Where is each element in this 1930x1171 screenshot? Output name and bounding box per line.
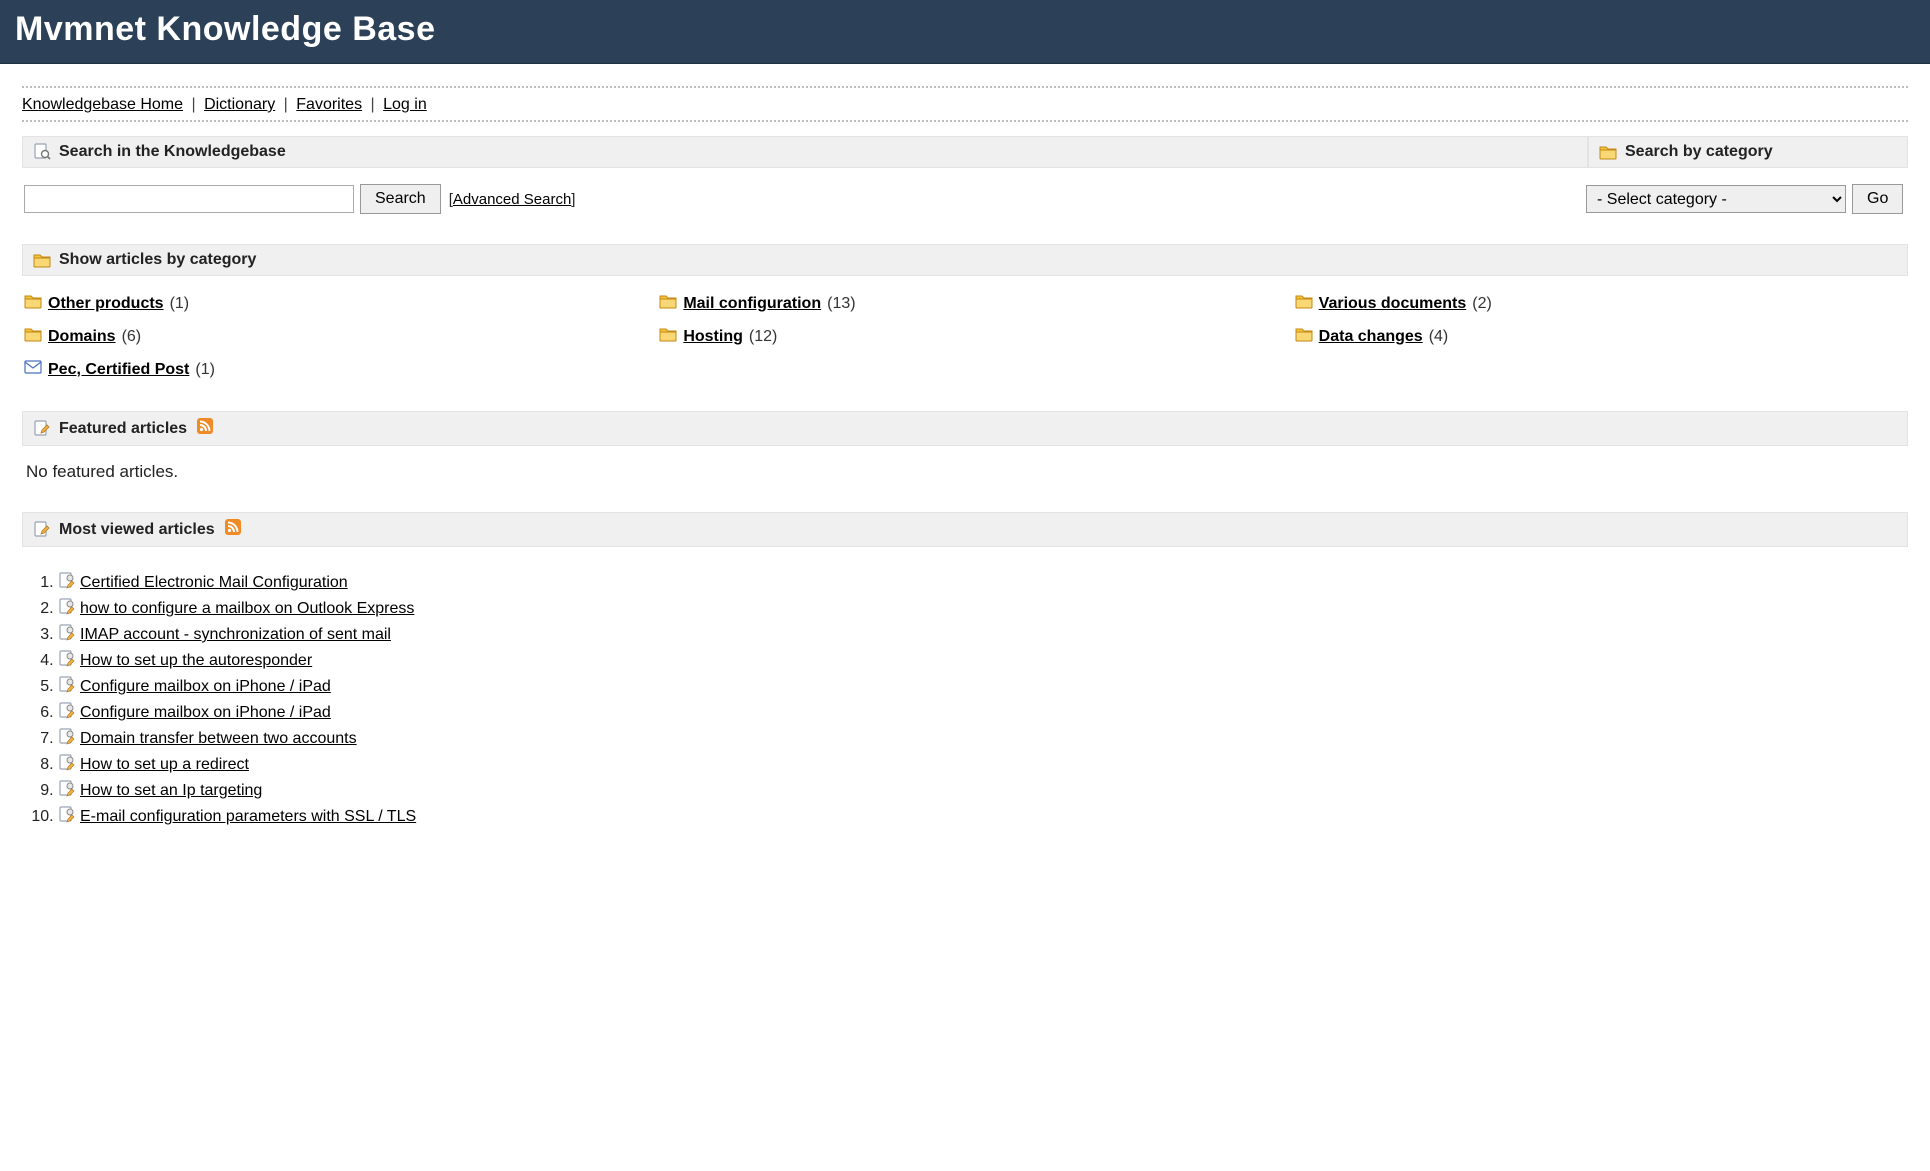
search-input[interactable] — [24, 185, 354, 213]
categories-panel-header: Show articles by category — [22, 244, 1908, 276]
categories-panel-title: Show articles by category — [59, 251, 256, 269]
pencil-doc-icon — [33, 521, 51, 539]
article-link[interactable]: how to configure a mailbox on Outlook Ex… — [80, 600, 414, 617]
article-icon — [58, 754, 76, 772]
go-button[interactable]: Go — [1852, 184, 1903, 214]
category-item: Pec, Certified Post (1) — [24, 358, 635, 381]
rss-icon — [197, 418, 213, 439]
breadcrumb: Knowledgebase Home | Dictionary | Favori… — [22, 88, 1908, 120]
list-item: How to set up a redirect — [58, 751, 1906, 777]
category-count: (12) — [749, 328, 777, 346]
article-link[interactable]: How to set up the autoresponder — [80, 652, 312, 669]
category-item: Hosting (12) — [659, 325, 1270, 348]
article-link[interactable]: Configure mailbox on iPhone / iPad — [80, 704, 331, 721]
folder-icon — [24, 292, 42, 315]
search-doc-icon — [33, 143, 51, 161]
search-category-title: Search by category — [1625, 143, 1773, 161]
list-item: IMAP account - synchronization of sent m… — [58, 621, 1906, 647]
breadcrumb-favorites-link[interactable]: Favorites — [296, 96, 362, 113]
category-link[interactable]: Pec, Certified Post — [48, 361, 189, 379]
article-icon — [58, 702, 76, 720]
mostviewed-panel-header: Most viewed articles — [22, 512, 1908, 547]
search-form: Search [Advanced Search] — [24, 184, 1586, 214]
article-link[interactable]: E-mail configuration parameters with SSL… — [80, 808, 416, 825]
category-count: (1) — [195, 361, 215, 379]
folder-icon — [1599, 143, 1617, 161]
category-link[interactable]: Mail configuration — [683, 295, 821, 313]
search-panel-header: Search in the Knowledgebase — [22, 136, 1588, 168]
category-count: (13) — [827, 295, 855, 313]
category-link[interactable]: Data changes — [1319, 328, 1423, 346]
folder-icon — [659, 292, 677, 315]
category-count: (1) — [170, 295, 190, 313]
list-item: How to set up the autoresponder — [58, 647, 1906, 673]
breadcrumb-dictionary-link[interactable]: Dictionary — [204, 96, 275, 113]
search-panel-title: Search in the Knowledgebase — [59, 143, 286, 161]
breadcrumb-login-link[interactable]: Log in — [383, 96, 427, 113]
rss-icon — [225, 519, 241, 540]
folder-icon — [1295, 325, 1313, 348]
article-icon — [58, 572, 76, 590]
category-item: Domains (6) — [24, 325, 635, 348]
category-count: (4) — [1429, 328, 1449, 346]
article-icon — [58, 598, 76, 616]
article-link[interactable]: How to set up a redirect — [80, 756, 249, 773]
featured-rss-link[interactable] — [197, 418, 213, 439]
featured-empty-text: No featured articles. — [24, 462, 1906, 482]
breadcrumb-home-link[interactable]: Knowledgebase Home — [22, 96, 183, 113]
category-item: Various documents (2) — [1295, 292, 1906, 315]
mostviewed-list: Certified Electronic Mail Configuration h… — [58, 569, 1906, 829]
category-item: Mail configuration (13) — [659, 292, 1270, 315]
list-item: how to configure a mailbox on Outlook Ex… — [58, 595, 1906, 621]
featured-panel-header: Featured articles — [22, 411, 1908, 446]
search-category-header: Search by category — [1588, 136, 1908, 168]
folder-icon — [24, 325, 42, 348]
article-link[interactable]: Configure mailbox on iPhone / iPad — [80, 678, 331, 695]
category-grid: Other products (1) Mail configuration (13) V… — [24, 292, 1906, 381]
breadcrumb-bar: Knowledgebase Home | Dictionary | Favori… — [22, 86, 1908, 122]
article-icon — [58, 650, 76, 668]
category-item: Data changes (4) — [1295, 325, 1906, 348]
search-button[interactable]: Search — [360, 184, 441, 214]
advanced-search-link[interactable]: Advanced Search — [453, 191, 571, 208]
page-title: Mvmnet Knowledge Base — [15, 10, 1915, 49]
article-icon — [58, 624, 76, 642]
featured-panel-title: Featured articles — [59, 420, 187, 438]
article-icon — [58, 780, 76, 798]
list-item: Domain transfer between two accounts — [58, 725, 1906, 751]
article-link[interactable]: IMAP account - synchronization of sent m… — [80, 626, 391, 643]
list-item: Configure mailbox on iPhone / iPad — [58, 699, 1906, 725]
list-item: Certified Electronic Mail Configuration — [58, 569, 1906, 595]
category-link[interactable]: Other products — [48, 295, 164, 313]
category-count: (6) — [122, 328, 142, 346]
article-link[interactable]: How to set an Ip targeting — [80, 782, 262, 799]
folder-icon — [33, 251, 51, 269]
page-header: Mvmnet Knowledge Base — [0, 0, 1930, 64]
mail-icon — [24, 358, 42, 381]
category-link[interactable]: Various documents — [1319, 295, 1467, 313]
category-form: - Select category - Go — [1586, 184, 1906, 214]
article-link[interactable]: Certified Electronic Mail Configuration — [80, 574, 348, 591]
article-icon — [58, 728, 76, 746]
pencil-doc-icon — [33, 420, 51, 438]
folder-icon — [659, 325, 677, 348]
category-select[interactable]: - Select category - — [1586, 185, 1846, 213]
list-item: Configure mailbox on iPhone / iPad — [58, 673, 1906, 699]
category-count: (2) — [1472, 295, 1492, 313]
category-item: Other products (1) — [24, 292, 635, 315]
mostviewed-panel-title: Most viewed articles — [59, 521, 215, 539]
mostviewed-rss-link[interactable] — [225, 519, 241, 540]
category-link[interactable]: Hosting — [683, 328, 743, 346]
article-icon — [58, 806, 76, 824]
category-link[interactable]: Domains — [48, 328, 116, 346]
folder-icon — [1295, 292, 1313, 315]
list-item: How to set an Ip targeting — [58, 777, 1906, 803]
article-link[interactable]: Domain transfer between two accounts — [80, 730, 357, 747]
article-icon — [58, 676, 76, 694]
list-item: E-mail configuration parameters with SSL… — [58, 803, 1906, 829]
